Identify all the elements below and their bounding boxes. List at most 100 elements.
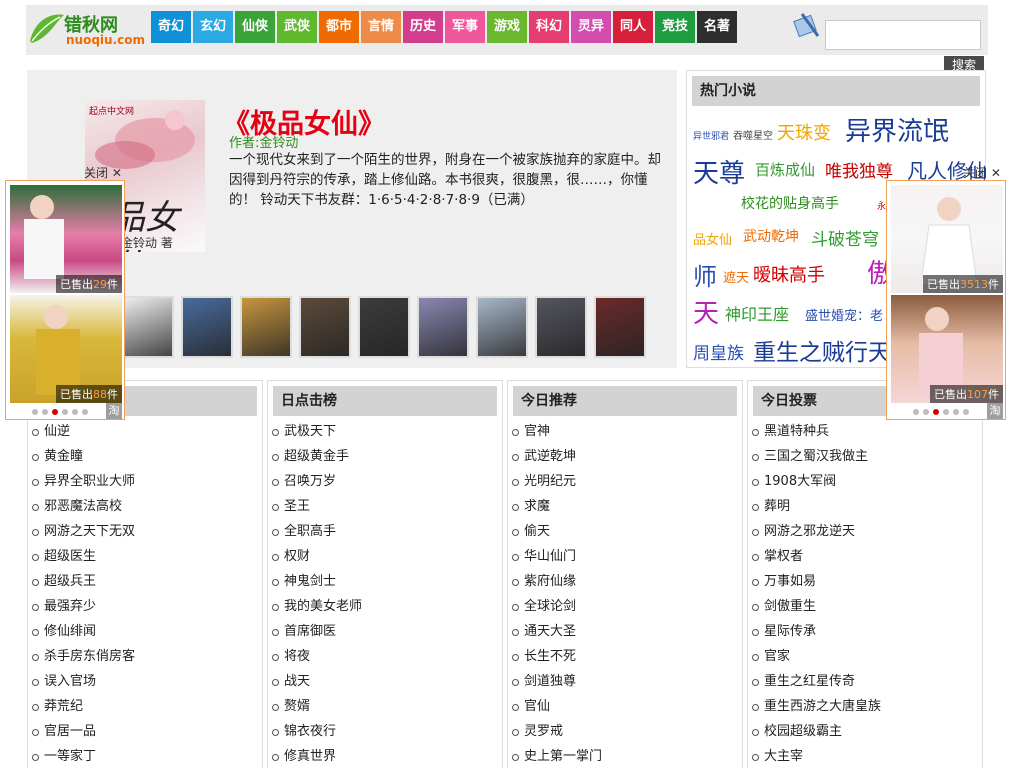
list-item[interactable]: 莽荒纪: [32, 694, 135, 719]
list-item[interactable]: 紫府仙缘: [512, 569, 602, 594]
list-item[interactable]: 灵罗戒: [512, 719, 602, 744]
list-item[interactable]: 三国之蜀汉我做主: [752, 444, 881, 469]
list-item[interactable]: 黑道特种兵: [752, 419, 881, 444]
ad-close-button[interactable]: 关闭 ✕: [84, 164, 122, 181]
left-floating-ad[interactable]: 关闭 ✕ 已售出29件 已售出88件 淘: [5, 166, 125, 420]
list-item[interactable]: 杀手房东俏房客: [32, 644, 135, 669]
book-thumbnail[interactable]: [299, 296, 351, 358]
book-thumbnail[interactable]: [594, 296, 646, 358]
list-item[interactable]: 将夜: [272, 644, 362, 669]
hot-tag[interactable]: 周皇族: [693, 339, 744, 364]
book-thumbnail[interactable]: [358, 296, 410, 358]
nav-item[interactable]: 仙侠: [235, 11, 275, 43]
hot-tag[interactable]: 异界流氓: [845, 111, 949, 148]
list-item[interactable]: 全职高手: [272, 519, 362, 544]
list-item[interactable]: 锦衣夜行: [272, 719, 362, 744]
nav-item[interactable]: 游戏: [487, 11, 527, 43]
list-item[interactable]: 权财: [272, 544, 362, 569]
list-item[interactable]: 官神: [512, 419, 602, 444]
list-item[interactable]: 武极天下: [272, 419, 362, 444]
list-item[interactable]: 掌权者: [752, 544, 881, 569]
list-item[interactable]: 万事如易: [752, 569, 881, 594]
list-item[interactable]: 校园超级霸主: [752, 719, 881, 744]
hot-tag[interactable]: 师: [693, 257, 717, 292]
list-item[interactable]: 史上第一掌门: [512, 744, 602, 768]
hot-tag[interactable]: 遮天: [723, 267, 749, 286]
list-item[interactable]: 星际传承: [752, 619, 881, 644]
hot-tag[interactable]: 校花的贴身高手: [741, 193, 839, 213]
hot-tag[interactable]: 异世邪君: [693, 129, 729, 142]
list-item[interactable]: 最强弃少: [32, 594, 135, 619]
list-item[interactable]: 华山仙门: [512, 544, 602, 569]
right-floating-ad[interactable]: 关闭 ✕ 已售出3513件 已售出107件 淘: [886, 166, 1006, 420]
nav-item[interactable]: 同人: [613, 11, 653, 43]
list-item[interactable]: 通天大圣: [512, 619, 602, 644]
hot-tag[interactable]: 吞噬星空: [733, 127, 773, 142]
list-item[interactable]: 黄金瞳: [32, 444, 135, 469]
list-item[interactable]: 大主宰: [752, 744, 881, 768]
list-item[interactable]: 超级兵王: [32, 569, 135, 594]
list-item[interactable]: 网游之天下无双: [32, 519, 135, 544]
list-item[interactable]: 赘婿: [272, 694, 362, 719]
ad-carousel-dots[interactable]: [913, 409, 969, 415]
book-thumbnail[interactable]: [181, 296, 233, 358]
list-item[interactable]: 一等家丁: [32, 744, 135, 768]
list-item[interactable]: 官家: [752, 644, 881, 669]
list-item[interactable]: 误入官场: [32, 669, 135, 694]
hot-tag[interactable]: 暧昧高手: [753, 261, 825, 287]
book-thumbnail[interactable]: [535, 296, 587, 358]
list-item[interactable]: 召唤万岁: [272, 469, 362, 494]
nav-item[interactable]: 灵异: [571, 11, 611, 43]
nav-item[interactable]: 名著: [697, 11, 737, 43]
nav-item[interactable]: 都市: [319, 11, 359, 43]
nav-item[interactable]: 竞技: [655, 11, 695, 43]
hot-tag[interactable]: 斗破苍穹: [811, 225, 879, 250]
list-item[interactable]: 异界全职业大师: [32, 469, 135, 494]
list-item[interactable]: 武逆乾坤: [512, 444, 602, 469]
list-item[interactable]: 超级黄金手: [272, 444, 362, 469]
book-author[interactable]: 作者:金铃动: [229, 132, 298, 151]
nav-item[interactable]: 科幻: [529, 11, 569, 43]
list-item[interactable]: 我的美女老师: [272, 594, 362, 619]
list-item[interactable]: 超级医生: [32, 544, 135, 569]
hot-tag[interactable]: 品女仙: [693, 229, 732, 248]
ad-image-bottom[interactable]: 已售出107件: [891, 295, 1003, 403]
list-item[interactable]: 重生之红星传奇: [752, 669, 881, 694]
ad-image-bottom[interactable]: 已售出88件: [10, 295, 122, 403]
nav-item[interactable]: 历史: [403, 11, 443, 43]
list-item[interactable]: 首席御医: [272, 619, 362, 644]
list-item[interactable]: 邪恶魔法高校: [32, 494, 135, 519]
ad-image-top[interactable]: 已售出3513件: [891, 185, 1003, 293]
list-item[interactable]: 战天: [272, 669, 362, 694]
hot-tag[interactable]: 唯我独尊: [825, 157, 893, 182]
list-item[interactable]: 全球论剑: [512, 594, 602, 619]
list-item[interactable]: 修仙绯闻: [32, 619, 135, 644]
hot-tag[interactable]: 天: [693, 293, 719, 330]
nav-item[interactable]: 奇幻: [151, 11, 191, 43]
list-item[interactable]: 仙逆: [32, 419, 135, 444]
list-item[interactable]: 官居一品: [32, 719, 135, 744]
list-item[interactable]: 1908大军阀: [752, 469, 881, 494]
nav-item[interactable]: 军事: [445, 11, 485, 43]
search-input[interactable]: [825, 20, 981, 50]
ad-close-button[interactable]: 关闭 ✕: [963, 164, 1001, 181]
book-thumbnail[interactable]: [240, 296, 292, 358]
list-item[interactable]: 光明纪元: [512, 469, 602, 494]
nav-item[interactable]: 玄幻: [193, 11, 233, 43]
list-item[interactable]: 剑傲重生: [752, 594, 881, 619]
nav-item[interactable]: 言情: [361, 11, 401, 43]
nav-item[interactable]: 武侠: [277, 11, 317, 43]
book-thumbnail[interactable]: [417, 296, 469, 358]
hot-tag[interactable]: 天珠变: [777, 119, 831, 145]
list-item[interactable]: 求魔: [512, 494, 602, 519]
hot-tag[interactable]: 盛世婚宠：老: [805, 305, 883, 324]
site-logo[interactable]: 错秋网 nuoqiu.com: [26, 11, 148, 49]
list-item[interactable]: 剑道独尊: [512, 669, 602, 694]
book-thumbnail[interactable]: [476, 296, 528, 358]
list-item[interactable]: 长生不死: [512, 644, 602, 669]
hot-tag[interactable]: 重生之贼行天: [753, 333, 891, 367]
ad-carousel-dots[interactable]: [32, 409, 88, 415]
list-item[interactable]: 官仙: [512, 694, 602, 719]
hot-tag[interactable]: 武动乾坤: [743, 226, 799, 246]
list-item[interactable]: 偷天: [512, 519, 602, 544]
